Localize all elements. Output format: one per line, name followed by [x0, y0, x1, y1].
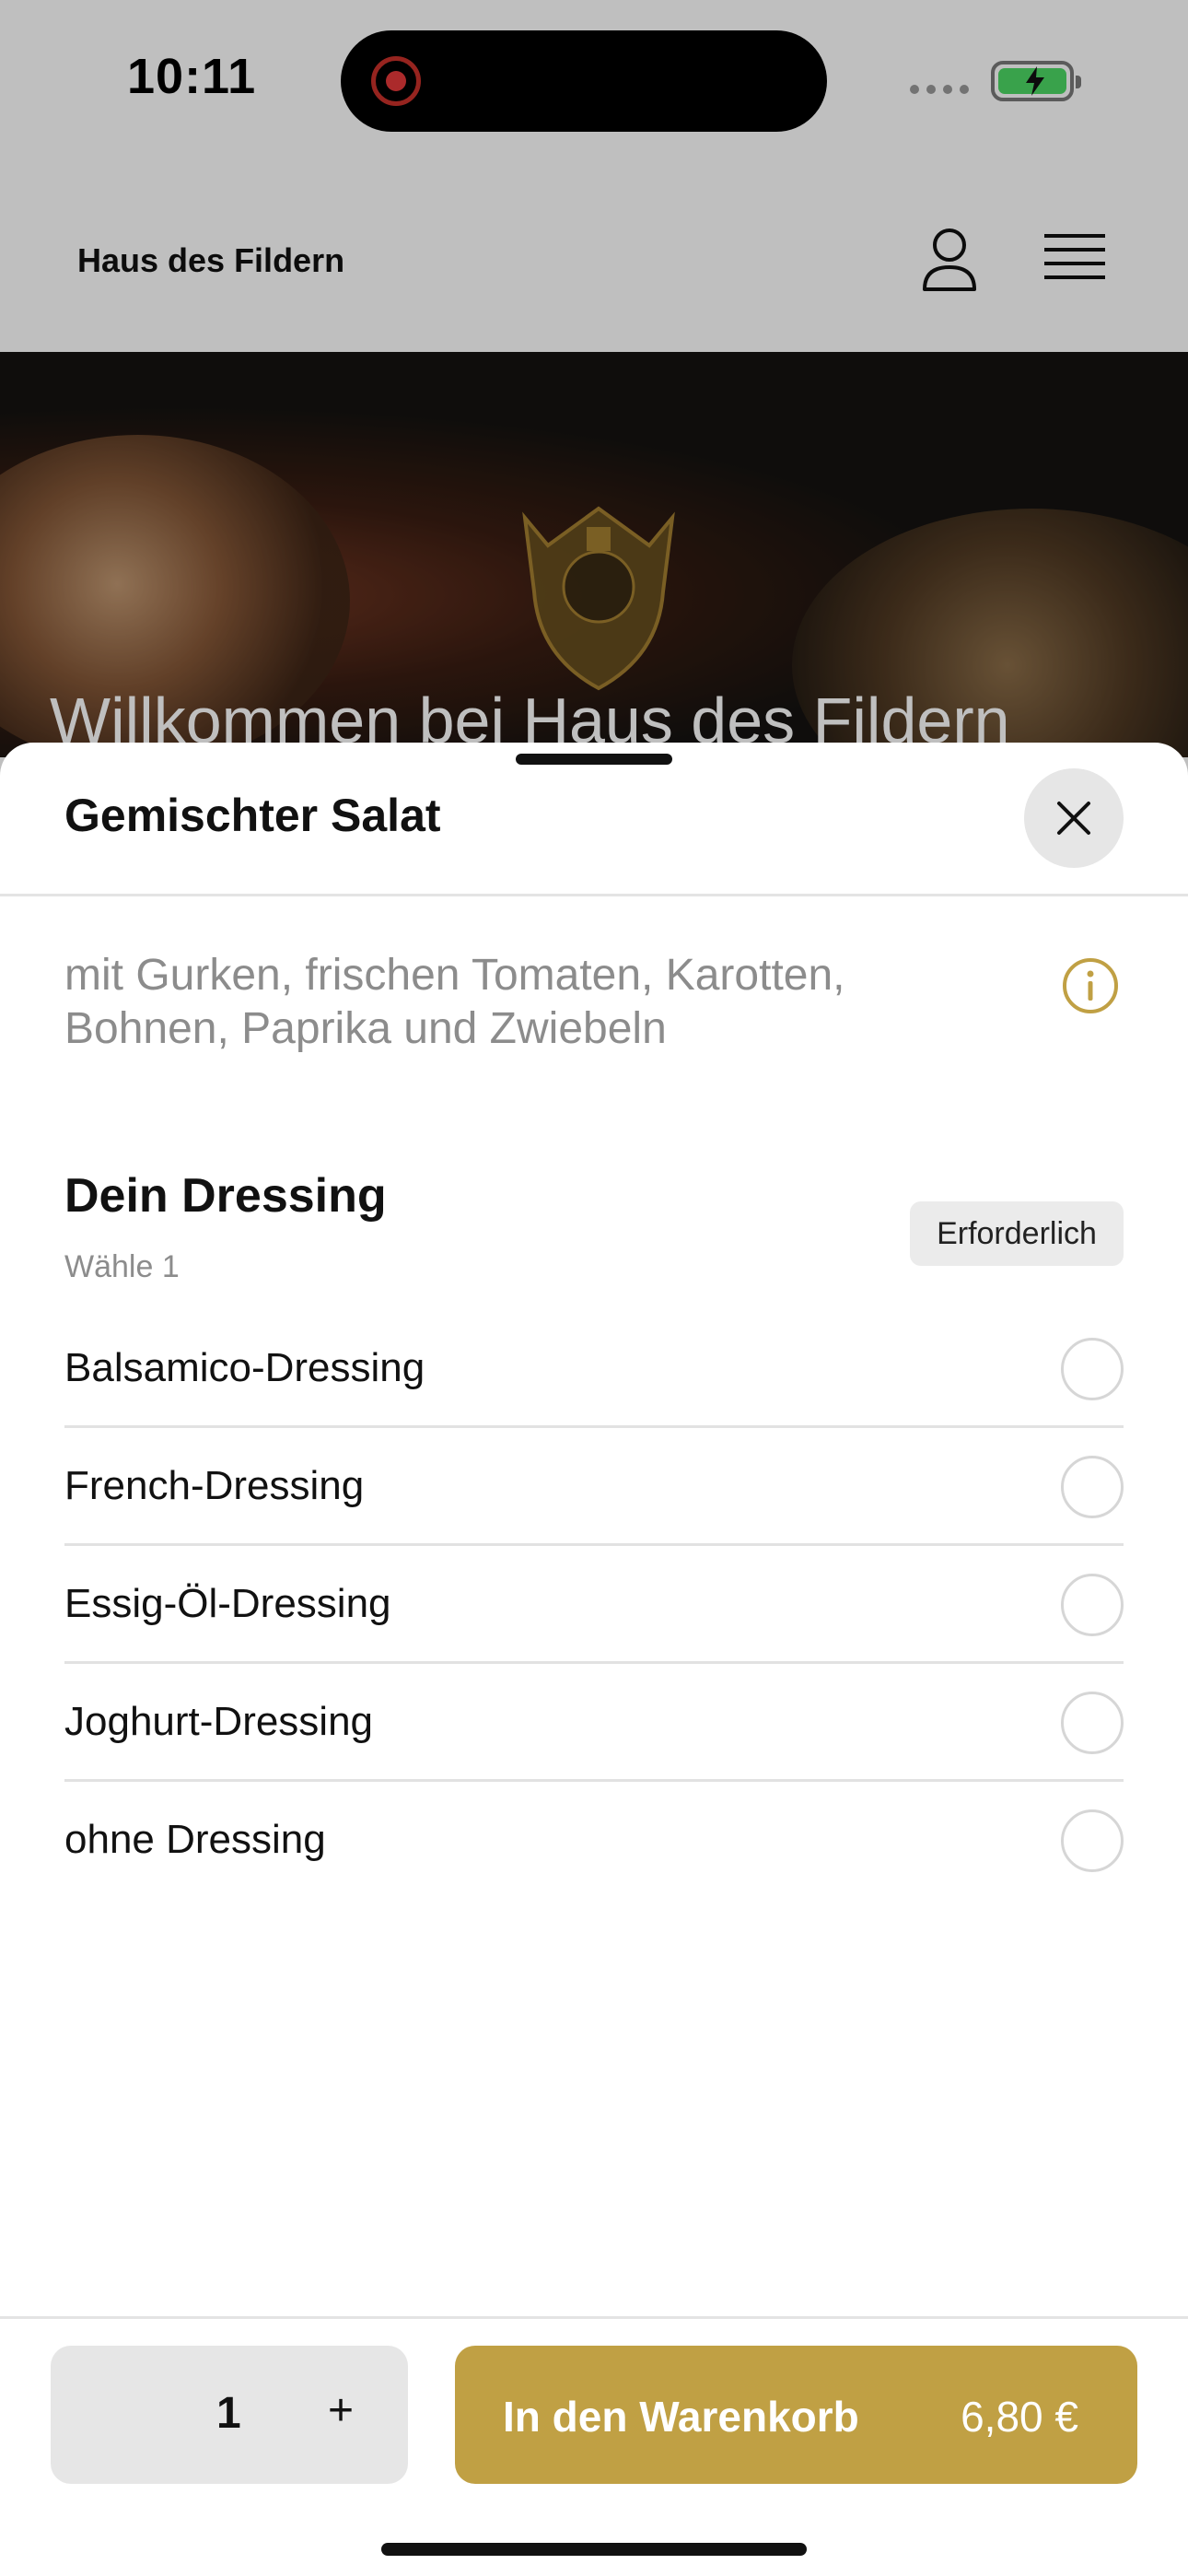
option-row[interactable]: ohne Dressing: [64, 1782, 1124, 1900]
required-badge: Erforderlich: [910, 1201, 1124, 1266]
sheet-grabber[interactable]: [516, 754, 672, 765]
option-label: Joghurt-Dressing: [64, 1699, 374, 1744]
product-description: mit Gurken, frischen Tomaten, Karotten, …: [64, 951, 845, 1053]
option-label: ohne Dressing: [64, 1817, 326, 1862]
info-icon[interactable]: [1061, 956, 1120, 1015]
divider: [0, 894, 1188, 896]
radio-button[interactable]: [1061, 1809, 1124, 1872]
option-label: Essig-Öl-Dressing: [64, 1581, 391, 1626]
product-title: Gemischter Salat: [64, 790, 441, 841]
close-icon: [1057, 802, 1090, 835]
radio-button[interactable]: [1061, 1574, 1124, 1636]
close-button[interactable]: [1024, 768, 1124, 868]
radio-button[interactable]: [1061, 1338, 1124, 1400]
option-label: Balsamico-Dressing: [64, 1345, 425, 1390]
option-group-title: Dein Dressing: [64, 1169, 387, 1223]
footer-divider: [0, 2316, 1188, 2319]
option-row[interactable]: French-Dressing: [64, 1428, 1124, 1546]
home-indicator[interactable]: [381, 2543, 807, 2556]
add-to-cart-label: In den Warenkorb: [503, 2393, 859, 2441]
dressing-options: Balsamico-Dressing French-Dressing Essig…: [64, 1310, 1124, 1900]
increase-quantity-button[interactable]: +: [309, 2379, 373, 2443]
option-row[interactable]: Joghurt-Dressing: [64, 1664, 1124, 1782]
option-group-subtitle: Wähle 1: [64, 1249, 180, 1284]
price-label: 6,80 €: [961, 2393, 1078, 2441]
option-row[interactable]: Balsamico-Dressing: [64, 1310, 1124, 1428]
quantity-stepper: 1 +: [51, 2346, 408, 2484]
product-sheet: Gemischter Salat mit Gurken, frischen To…: [0, 743, 1188, 2576]
add-to-cart-button[interactable]: In den Warenkorb 6,80 €: [455, 2346, 1137, 2484]
option-row[interactable]: Essig-Öl-Dressing: [64, 1546, 1124, 1664]
quantity-value: 1: [216, 2389, 241, 2438]
radio-button[interactable]: [1061, 1456, 1124, 1518]
option-label: French-Dressing: [64, 1463, 365, 1508]
radio-button[interactable]: [1061, 1692, 1124, 1754]
screen: 10:11 Haus des Fildern Willkommen bei Ha…: [0, 0, 1188, 2576]
